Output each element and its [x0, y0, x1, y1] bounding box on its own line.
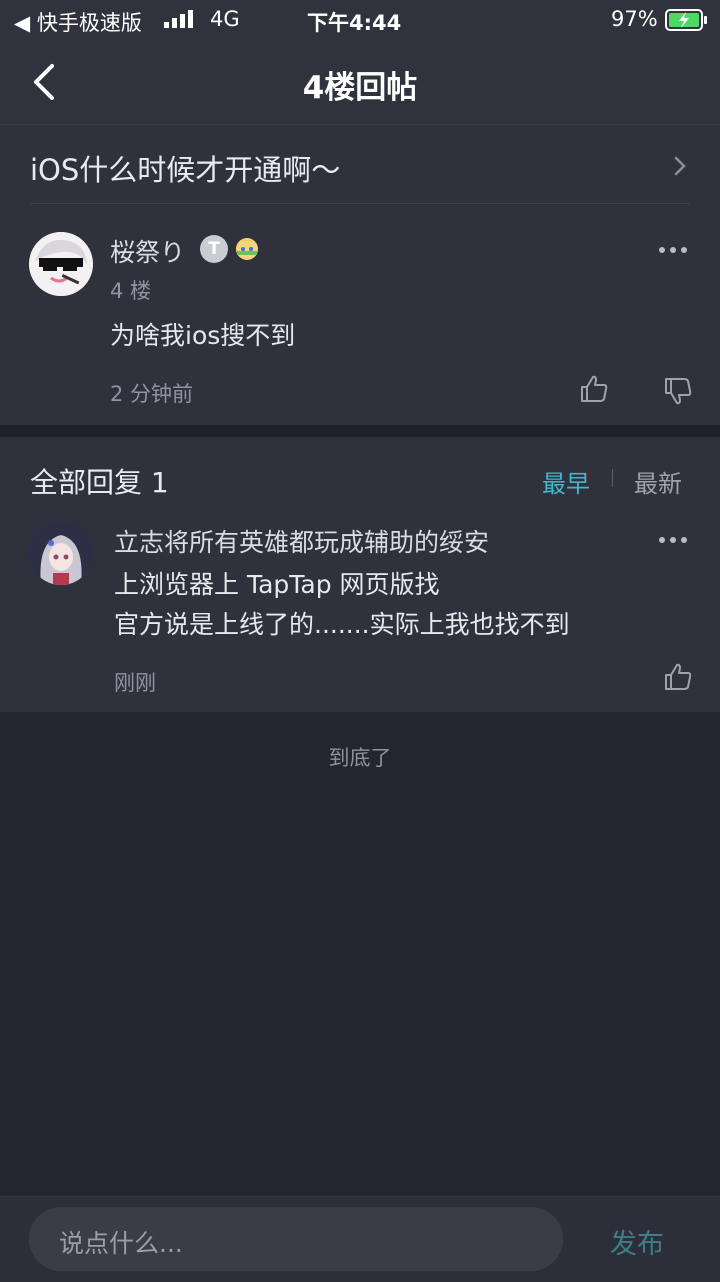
reply-thumbs-up-icon[interactable]: [662, 661, 694, 693]
post-content: 为啥我ios搜不到: [110, 321, 296, 350]
network-type: 4G: [210, 7, 240, 31]
reply-more-options-icon[interactable]: [658, 535, 688, 545]
battery-charging-icon: [665, 9, 707, 31]
comment-input[interactable]: 说点什么...: [29, 1207, 563, 1271]
post-username[interactable]: 桜祭り: [110, 233, 185, 269]
reply-content-line-2: 官方说是上线了的.......实际上我也找不到: [114, 610, 570, 639]
nav-bar: 4楼回帖: [0, 40, 720, 125]
comment-input-placeholder: 说点什么...: [59, 1229, 183, 1258]
end-of-list-text: 到底了: [328, 746, 392, 770]
status-bar: ◀ 快手极速版 4G 下午4:44 97%: [0, 0, 720, 40]
clock: 下午4:44: [307, 11, 402, 35]
divider: [30, 203, 690, 204]
sort-newest-tab[interactable]: 最新: [634, 464, 682, 499]
character-badge-icon: [236, 238, 258, 260]
thumbs-up-icon[interactable]: [578, 373, 610, 405]
section-gap: [0, 425, 720, 437]
replies-section: 全部回复 1 最早 最新 立志将所有英雄都玩成辅助的绥安 上浏览器上 TapTa…: [0, 437, 720, 712]
topic-title[interactable]: iOS什么时候才开通啊～: [30, 147, 340, 189]
page-title: 4楼回帖: [302, 70, 418, 106]
post-card: iOS什么时候才开通啊～ 桜祭り T 4 楼 为啥我ios搜不到 2 分钟前: [0, 125, 720, 425]
thumbs-down-icon[interactable]: [662, 375, 694, 407]
post-time: 2 分钟前: [110, 382, 194, 406]
comment-composer: 说点什么... 发布: [0, 1196, 720, 1282]
replies-count-header: 全部回复 1: [30, 466, 169, 499]
back-to-app-link[interactable]: ◀ 快手极速版: [14, 7, 142, 37]
signal-icon: [164, 10, 193, 28]
publish-button[interactable]: 发布: [610, 1222, 664, 1261]
reply-content-line-1: 上浏览器上 TapTap 网页版找: [114, 570, 440, 599]
reply-username[interactable]: 立志将所有英雄都玩成辅助的绥安: [114, 523, 489, 559]
reply-avatar-image: [29, 521, 93, 585]
avatar[interactable]: [29, 232, 93, 296]
reply-time: 刚刚: [114, 671, 156, 695]
post-floor: 4 楼: [110, 279, 152, 303]
verified-badge: T: [200, 235, 228, 263]
sort-earliest-tab[interactable]: 最早: [542, 464, 590, 499]
sort-divider: [612, 469, 613, 487]
chevron-right-icon[interactable]: [670, 153, 690, 179]
avatar-image: [29, 232, 93, 296]
reply-avatar[interactable]: [29, 521, 93, 585]
battery-percent: 97%: [611, 7, 658, 31]
more-options-icon[interactable]: [658, 245, 688, 255]
